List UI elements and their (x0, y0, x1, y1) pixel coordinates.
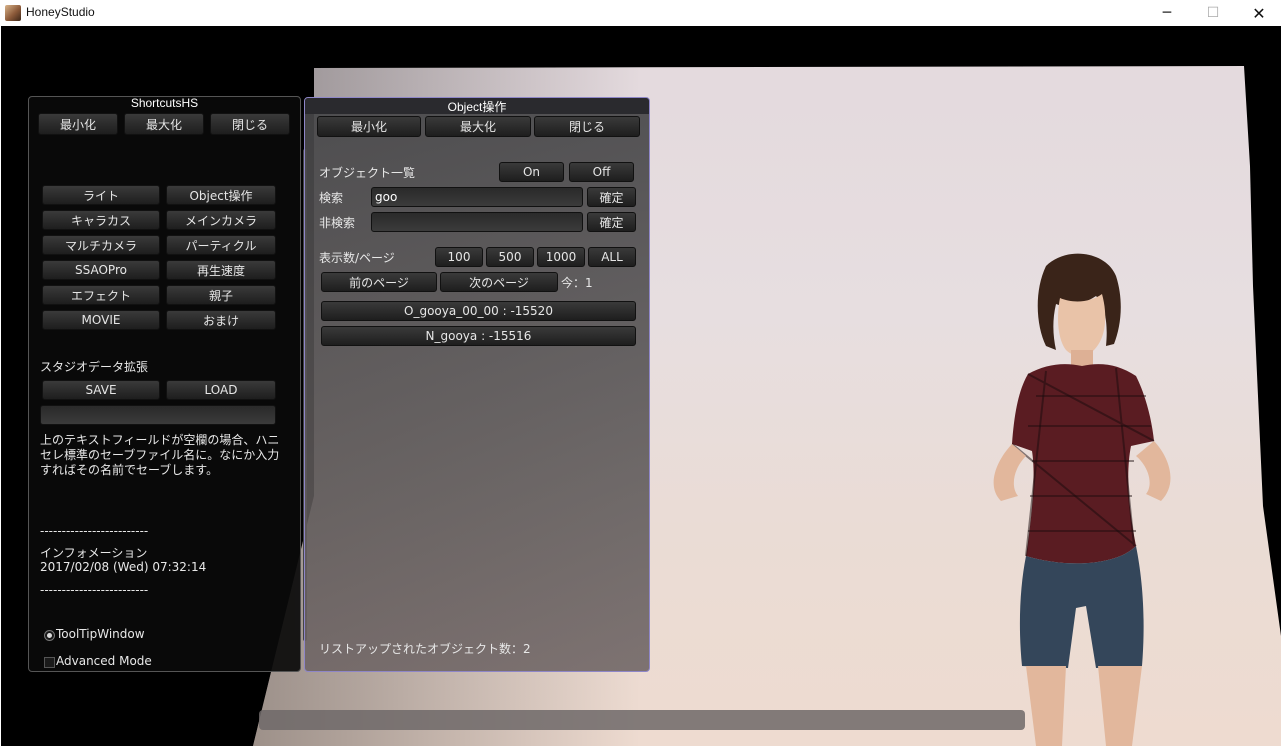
info-datetime: 2017/02/08 (Wed) 07:32:14 (40, 560, 207, 574)
per-page-500-button[interactable]: 500 (486, 247, 534, 267)
exclude-input[interactable] (371, 212, 583, 232)
maximize-window-button[interactable]: ☐ (1190, 0, 1236, 26)
search-confirm-button[interactable]: 確定 (587, 187, 636, 207)
window-title: HoneyStudio (26, 5, 95, 19)
close-window-button[interactable]: ✕ (1236, 0, 1282, 26)
ssaopro-button[interactable]: SSAOPro (42, 260, 160, 280)
timeline-bar[interactable] (259, 710, 1025, 730)
object-maximize-button[interactable]: 最大化 (425, 116, 531, 137)
exclude-confirm-button[interactable]: 確定 (587, 212, 636, 232)
effect-button[interactable]: エフェクト (42, 285, 160, 305)
parent-child-button[interactable]: 親子 (166, 285, 276, 305)
tooltip-window-label: ToolTipWindow (56, 627, 145, 641)
chara-custom-button[interactable]: キャラカス (42, 210, 160, 230)
advanced-mode-checkbox[interactable] (44, 657, 55, 668)
load-button[interactable]: LOAD (166, 380, 276, 400)
separator-line-1: ------------------------- (40, 524, 149, 538)
movie-button[interactable]: MOVIE (42, 310, 160, 330)
character-model[interactable] (956, 246, 1176, 746)
minimize-window-button[interactable]: ─ (1144, 0, 1190, 26)
main-camera-button[interactable]: メインカメラ (166, 210, 276, 230)
result-item[interactable]: O_gooya_00_00 : -15520 (321, 301, 636, 321)
shortcuts-maximize-button[interactable]: 最大化 (124, 113, 204, 135)
shortcuts-panel: ShortcutsHS 最小化 最大化 閉じる ライト Object操作 キャラ… (28, 96, 307, 672)
next-page-button[interactable]: 次のページ (440, 272, 558, 292)
object-ops-panel: Object操作 最小化 最大化 閉じる オブジェクト一覧 On Off 検索 … (304, 97, 650, 672)
list-off-button[interactable]: Off (569, 162, 634, 182)
current-page-label: 今：1 (561, 276, 593, 290)
playback-speed-button[interactable]: 再生速度 (166, 260, 276, 280)
per-page-1000-button[interactable]: 1000 (537, 247, 585, 267)
object-minimize-button[interactable]: 最小化 (317, 116, 421, 137)
light-button[interactable]: ライト (42, 185, 160, 205)
listed-object-count: リストアップされたオブジェクト数：2 (319, 642, 531, 656)
per-page-all-button[interactable]: ALL (588, 247, 636, 267)
per-page-label: 表示数/ページ (319, 251, 395, 265)
object-list-label: オブジェクト一覧 (319, 166, 416, 180)
window-titlebar: HoneyStudio ─ ☐ ✕ (0, 0, 1282, 26)
object-panel-title: Object操作 (447, 100, 507, 114)
particle-button[interactable]: パーティクル (166, 235, 276, 255)
shortcuts-panel-title: ShortcutsHS (130, 96, 199, 110)
result-item[interactable]: N_gooya : -15516 (321, 326, 636, 346)
separator-line-2: ------------------------- (40, 583, 149, 597)
search-label: 検索 (319, 191, 344, 205)
save-name-input[interactable] (40, 405, 276, 425)
per-page-100-button[interactable]: 100 (435, 247, 483, 267)
multi-camera-button[interactable]: マルチカメラ (42, 235, 160, 255)
exclude-label: 非検索 (319, 216, 356, 230)
advanced-mode-label: Advanced Mode (56, 654, 152, 668)
info-label: インフォメーション (40, 546, 148, 560)
save-help-text: 上のテキストフィールドが空欄の場合、ハニセレ標準のセーブファイル名に。なにか入力… (40, 433, 280, 477)
object-ops-button[interactable]: Object操作 (166, 185, 276, 205)
list-on-button[interactable]: On (499, 162, 564, 182)
search-input[interactable]: goo (371, 187, 583, 207)
extras-button[interactable]: おまけ (166, 310, 276, 330)
save-button[interactable]: SAVE (42, 380, 160, 400)
shortcuts-minimize-button[interactable]: 最小化 (38, 113, 118, 135)
app-icon (5, 5, 21, 21)
studio-ext-label: スタジオデータ拡張 (40, 360, 149, 374)
tooltip-window-radio[interactable] (44, 630, 55, 641)
shortcuts-close-button[interactable]: 閉じる (210, 113, 290, 135)
prev-page-button[interactable]: 前のページ (321, 272, 437, 292)
object-close-button[interactable]: 閉じる (534, 116, 640, 137)
